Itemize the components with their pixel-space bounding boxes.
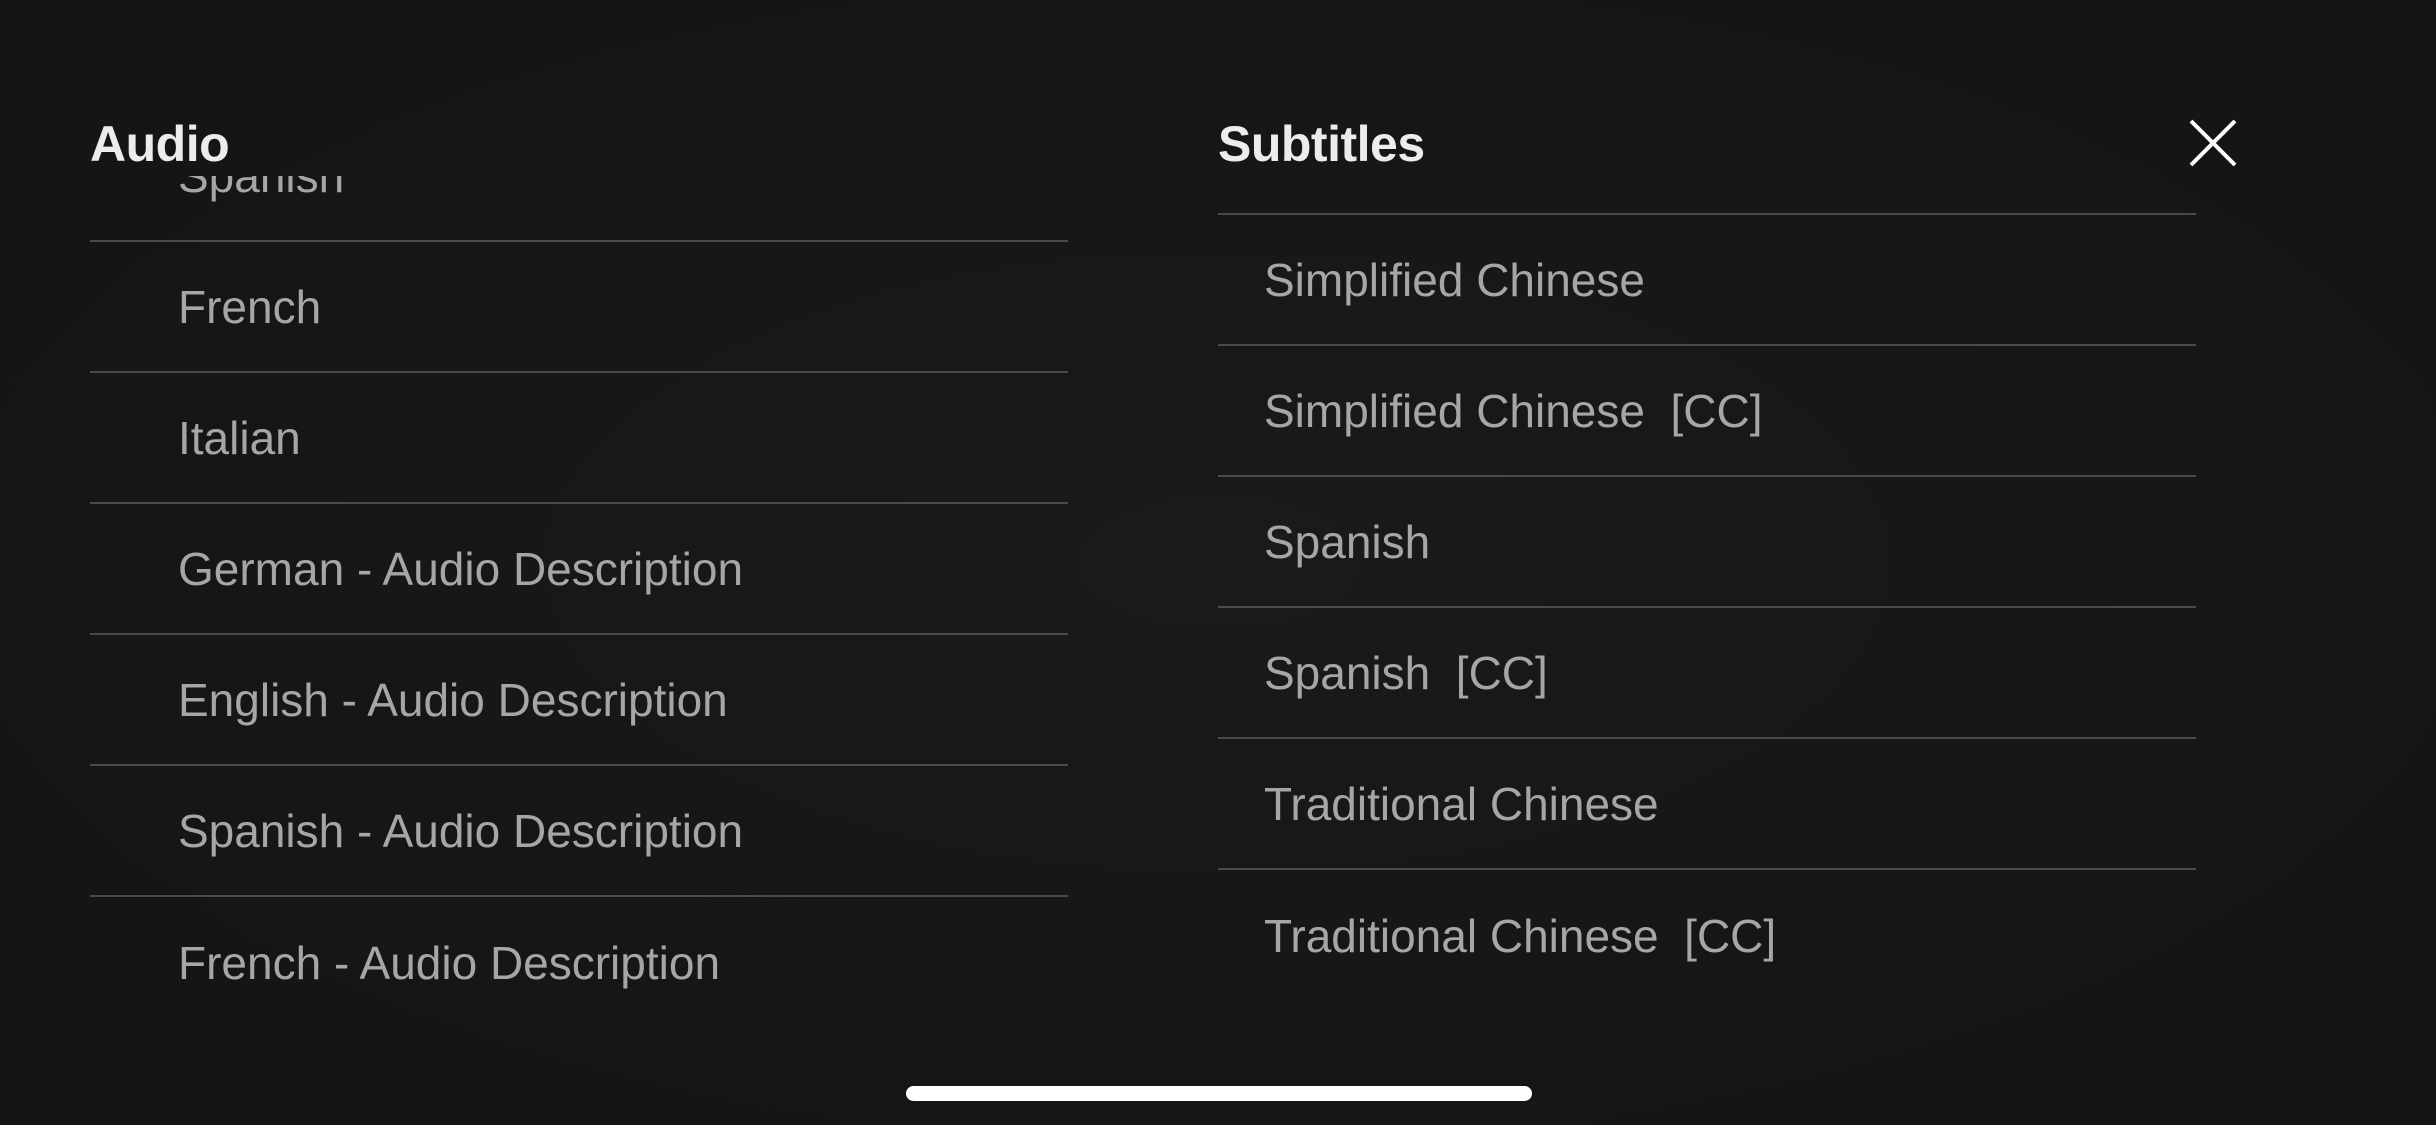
subtitle-option-label: Traditional Chinese [1264, 777, 1659, 830]
subtitle-option-label: Traditional Chinese [CC] [1264, 909, 1777, 962]
subtitle-option[interactable]: Simplified Chinese [1218, 215, 2196, 346]
subtitle-option[interactable]: Traditional Chinese [CC] [1218, 870, 2196, 1001]
subtitle-option[interactable]: Spanish [1218, 477, 2196, 608]
audio-option-label: French [178, 280, 322, 333]
subtitle-option[interactable]: French [CC] [1218, 176, 2196, 215]
subtitle-option-label: Spanish [1264, 515, 1431, 568]
audio-option-label: Italian [178, 411, 301, 464]
home-indicator[interactable] [906, 1086, 1532, 1101]
audio-option[interactable]: French [90, 242, 1068, 373]
audio-option[interactable]: Spanish [90, 176, 1068, 242]
subtitles-list: French [CC] Simplified Chinese Simplifie… [1218, 176, 2196, 1001]
audio-option[interactable]: Spanish - Audio Description [90, 766, 1068, 897]
audio-option[interactable]: French - Audio Description [90, 897, 1068, 1028]
audio-option-label: French - Audio Description [178, 936, 721, 989]
close-button[interactable] [2188, 118, 2238, 168]
subtitles-list-scroll[interactable]: French [CC] Simplified Chinese Simplifie… [1218, 176, 2196, 1125]
audio-title: Audio [90, 116, 230, 172]
subtitle-option[interactable]: Spanish [CC] [1218, 608, 2196, 739]
close-icon [2189, 119, 2237, 167]
subtitles-title: Subtitles [1218, 116, 1425, 172]
audio-option-label: German - Audio Description [178, 542, 744, 595]
audio-option[interactable]: Italian [90, 373, 1068, 504]
audio-option-label: Spanish [178, 176, 344, 203]
audio-option[interactable]: English - Audio Description [90, 635, 1068, 766]
audio-option-label: Spanish - Audio Description [178, 804, 744, 857]
subtitle-option-label: Simplified Chinese [CC] [1264, 384, 1763, 437]
subtitle-option[interactable]: Traditional Chinese [1218, 739, 2196, 870]
subtitle-option-label: Spanish [CC] [1264, 646, 1548, 699]
audio-list: Spanish French Italian German - Audio De… [90, 176, 1068, 1028]
subtitle-option[interactable]: Simplified Chinese [CC] [1218, 346, 2196, 477]
subtitle-option-label: Simplified Chinese [1264, 253, 1645, 306]
audio-list-scroll[interactable]: Spanish French Italian German - Audio De… [90, 176, 1068, 1125]
audio-option-label: English - Audio Description [178, 673, 728, 726]
audio-option[interactable]: German - Audio Description [90, 504, 1068, 635]
